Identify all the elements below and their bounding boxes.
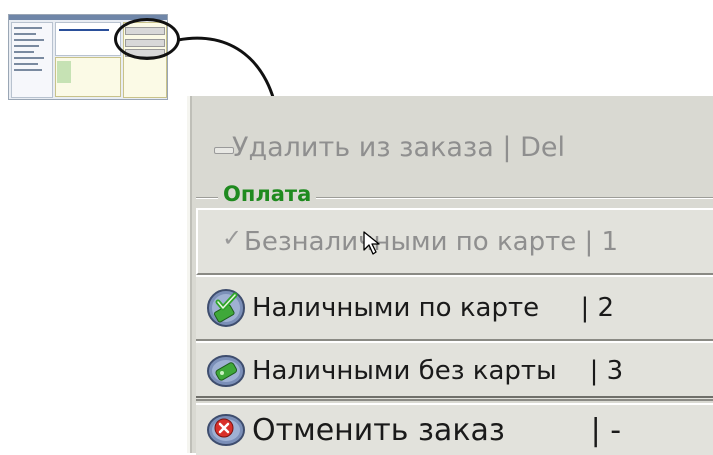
cancel-order-label: Отменить заказ | -	[252, 412, 622, 448]
menu-separator	[196, 396, 713, 398]
payment-menu-panel: Удалить из заказа | Del Оплата ✓ Безнали…	[187, 96, 713, 455]
green-check-card-icon	[207, 289, 245, 327]
pay-cash-card-item[interactable]: Наличными по карте | 2	[196, 275, 713, 341]
pay-cashless-card-item[interactable]: ✓ Безналичными по карте | 1	[196, 208, 713, 275]
pay-cash-no-card-item[interactable]: Наличными без карты | 3	[196, 341, 713, 401]
checkmark-icon: ✓	[222, 224, 243, 252]
payment-group: Оплата	[196, 182, 713, 208]
minus-icon	[214, 147, 234, 154]
remove-from-order-item[interactable]: Удалить из заказа | Del	[196, 112, 713, 182]
pay-cashless-card-label: Безналичными по карте | 1	[244, 226, 619, 257]
remove-from-order-label: Удалить из заказа | Del	[232, 131, 566, 163]
red-x-icon	[207, 414, 245, 446]
cancel-order-item[interactable]: Отменить заказ | -	[196, 403, 713, 455]
green-card-icon	[207, 355, 245, 387]
mouse-cursor-icon	[363, 231, 380, 255]
pay-cash-card-label: Наличными по карте | 2	[252, 293, 615, 323]
pay-cash-no-card-label: Наличными без карты | 3	[252, 356, 624, 386]
payment-group-title: Оплата	[218, 182, 317, 206]
